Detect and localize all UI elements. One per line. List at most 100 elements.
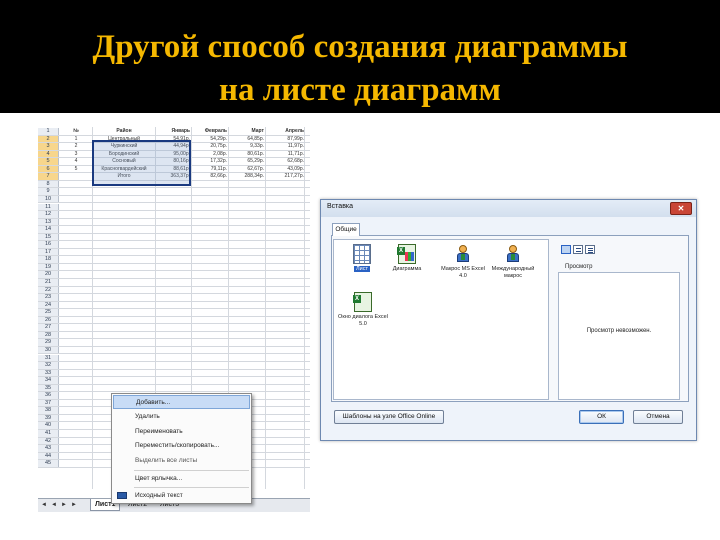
row-header[interactable]: 30 bbox=[38, 346, 59, 354]
table-cell[interactable]: 11,97р. bbox=[267, 143, 304, 150]
dialog-titlebar[interactable]: Вставка ✕ bbox=[321, 200, 696, 217]
table-cell[interactable]: 2 bbox=[62, 143, 90, 150]
row-header[interactable]: 9 bbox=[38, 188, 59, 195]
table-cell[interactable]: 2,08р. bbox=[193, 151, 227, 158]
row-header[interactable]: 3 bbox=[38, 143, 59, 150]
menu-item-view-code[interactable]: Исходный текст bbox=[113, 489, 250, 503]
tab-nav-first-icon[interactable]: ◄ bbox=[41, 499, 47, 512]
column-header[interactable]: Район bbox=[94, 128, 154, 135]
sheet-type-worksheet[interactable]: Лист bbox=[337, 244, 387, 290]
close-icon[interactable]: ✕ bbox=[670, 202, 692, 215]
table-cell[interactable]: 65,29р. bbox=[230, 158, 264, 165]
row-header[interactable]: 14 bbox=[38, 226, 59, 233]
table-cell[interactable]: 217,27р. bbox=[267, 173, 304, 180]
row-header[interactable]: 24 bbox=[38, 301, 59, 309]
table-cell[interactable]: 54,29р. bbox=[193, 136, 227, 143]
column-header[interactable]: Февраль bbox=[193, 128, 227, 135]
row-header[interactable]: 21 bbox=[38, 279, 59, 286]
table-cell[interactable]: 3 bbox=[62, 151, 90, 158]
column-header[interactable]: Январь bbox=[157, 128, 190, 135]
ok-button[interactable]: ОК bbox=[579, 410, 624, 424]
table-cell[interactable]: 1 bbox=[62, 136, 90, 143]
row-header[interactable]: 37 bbox=[38, 399, 59, 407]
sheet-type-intl-macro[interactable]: Международный макрос bbox=[488, 244, 538, 290]
row-header[interactable]: 38 bbox=[38, 407, 59, 414]
row-header[interactable]: 36 bbox=[38, 392, 59, 399]
table-cell[interactable]: 43,09р. bbox=[267, 166, 304, 173]
table-cell[interactable]: 62,67р. bbox=[230, 166, 264, 173]
row-header[interactable]: 35 bbox=[38, 384, 59, 392]
table-cell[interactable]: 64,85р. bbox=[230, 136, 264, 143]
cancel-button[interactable]: Отмена bbox=[633, 410, 683, 424]
table-cell[interactable]: 20,75р. bbox=[193, 143, 227, 150]
row-header[interactable]: 27 bbox=[38, 324, 59, 331]
row-header[interactable]: 8 bbox=[38, 180, 59, 188]
row-header[interactable]: 33 bbox=[38, 369, 59, 377]
row-header[interactable]: 23 bbox=[38, 294, 59, 301]
row-header[interactable]: 31 bbox=[38, 354, 59, 361]
row-header[interactable]: 11 bbox=[38, 203, 59, 210]
row-header[interactable]: 17 bbox=[38, 248, 59, 256]
table-cell[interactable]: 5 bbox=[62, 166, 90, 173]
row-header[interactable]: 16 bbox=[38, 241, 59, 248]
row-header[interactable]: 43 bbox=[38, 445, 59, 452]
menu-item-rename[interactable]: Переименовать bbox=[113, 425, 250, 439]
table-cell[interactable]: 4 bbox=[62, 158, 90, 165]
row-header[interactable]: 45 bbox=[38, 460, 59, 467]
table-cell[interactable]: 11,71р. bbox=[267, 151, 304, 158]
row-header[interactable]: 13 bbox=[38, 218, 59, 226]
table-cell[interactable]: 9,33р. bbox=[230, 143, 264, 150]
row-header[interactable]: 10 bbox=[38, 195, 59, 203]
row-header[interactable]: 18 bbox=[38, 256, 59, 263]
menu-item-insert[interactable]: Добавить... bbox=[113, 395, 250, 409]
templates-online-button[interactable]: Шаблоны на узле Office Online bbox=[334, 410, 444, 424]
details-view-icon[interactable] bbox=[585, 245, 595, 254]
row-header[interactable]: 40 bbox=[38, 422, 59, 429]
row-header[interactable]: 32 bbox=[38, 362, 59, 369]
row-header[interactable]: 1 bbox=[38, 128, 59, 135]
row-header[interactable]: 15 bbox=[38, 233, 59, 241]
row-header[interactable]: 28 bbox=[38, 331, 59, 339]
menu-item-move-copy[interactable]: Переместить/скопировать... bbox=[113, 439, 250, 453]
row-header[interactable]: 25 bbox=[38, 309, 59, 316]
row-header[interactable]: 20 bbox=[38, 271, 59, 278]
table-cell[interactable]: 82,66р. bbox=[193, 173, 227, 180]
row-header[interactable]: 2 bbox=[38, 135, 59, 143]
tab-general[interactable]: Общие bbox=[332, 223, 360, 236]
row-header[interactable]: 5 bbox=[38, 158, 59, 165]
tab-nav-last-icon[interactable]: ► bbox=[71, 499, 77, 512]
tab-nav-prev-icon[interactable]: ◄ bbox=[51, 499, 57, 512]
row-header[interactable]: 19 bbox=[38, 263, 59, 271]
table-cell[interactable]: 79,11р. bbox=[193, 166, 227, 173]
table-cell[interactable]: 87,99р. bbox=[267, 136, 304, 143]
list-view-icon[interactable] bbox=[573, 245, 583, 254]
row-header[interactable]: 41 bbox=[38, 430, 59, 437]
row-header[interactable]: 26 bbox=[38, 316, 59, 324]
row-header[interactable]: 7 bbox=[38, 173, 59, 180]
row-header[interactable]: 12 bbox=[38, 211, 59, 218]
large-icons-view-icon[interactable] bbox=[561, 245, 571, 254]
row-header[interactable]: 4 bbox=[38, 150, 59, 158]
row-header[interactable]: 39 bbox=[38, 414, 59, 422]
row-header[interactable]: 34 bbox=[38, 377, 59, 384]
row-header[interactable]: 42 bbox=[38, 437, 59, 445]
column-header[interactable]: № bbox=[62, 128, 90, 135]
sheet-type-macro[interactable]: Макрос MS Excel 4.0 bbox=[438, 244, 488, 290]
row-header[interactable]: 22 bbox=[38, 286, 59, 294]
menu-item-tab-color[interactable]: Цвет ярлычка... bbox=[113, 472, 250, 486]
sheet-type-chart[interactable]: X Диаграмма bbox=[382, 244, 432, 290]
table-cell[interactable]: 17,32р. bbox=[193, 158, 227, 165]
menu-item-delete[interactable]: Удалить bbox=[113, 410, 250, 424]
row-header[interactable]: 44 bbox=[38, 452, 59, 460]
row-header[interactable]: 29 bbox=[38, 339, 59, 346]
sheet-type-dialog[interactable]: X Окно диалога Excel 5.0 bbox=[338, 292, 388, 338]
table-cell[interactable]: 288,34р. bbox=[230, 173, 264, 180]
column-header[interactable]: Апрель bbox=[267, 128, 304, 135]
table-cell[interactable]: 80,61р. bbox=[230, 151, 264, 158]
row-header[interactable]: 6 bbox=[38, 165, 59, 173]
table-cell[interactable] bbox=[62, 173, 90, 180]
column-header[interactable]: Март bbox=[230, 128, 264, 135]
menu-item-select-all-sheets[interactable]: Выделить все листы bbox=[113, 454, 250, 468]
table-cell[interactable]: 62,68р. bbox=[267, 158, 304, 165]
tab-nav-next-icon[interactable]: ► bbox=[61, 499, 67, 512]
